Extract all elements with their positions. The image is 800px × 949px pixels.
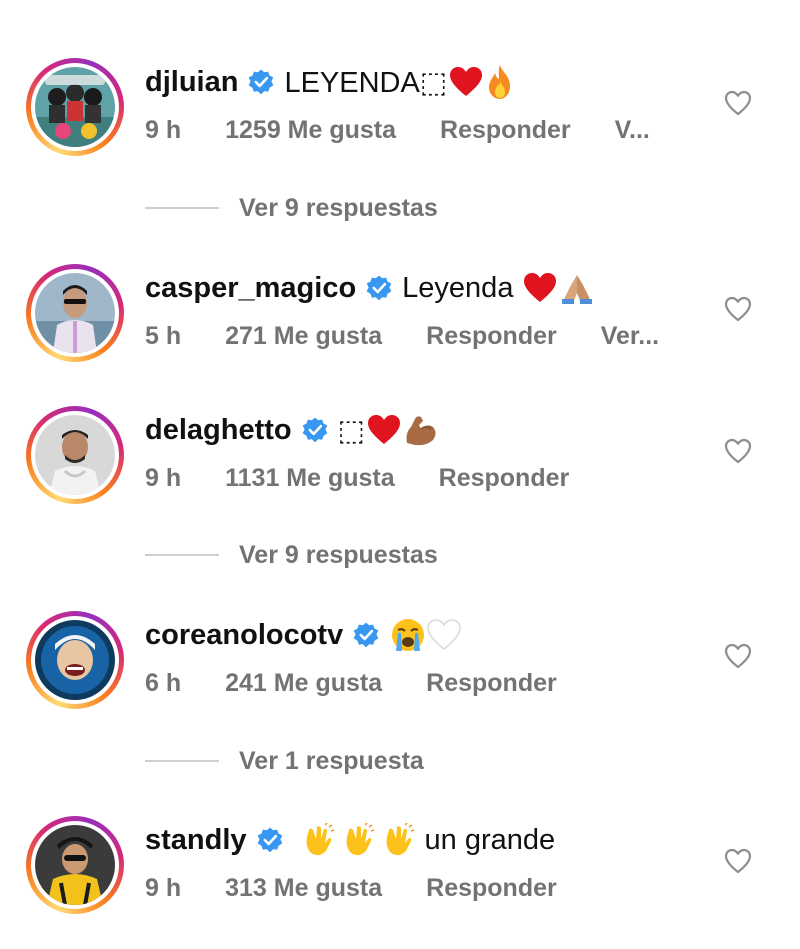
view-replies-link[interactable]: Ver 9 respuestas: [145, 191, 438, 225]
avatar[interactable]: [26, 816, 124, 914]
replies-divider: [145, 760, 219, 762]
fire-icon: [485, 64, 515, 100]
like-count[interactable]: 1259 Me gusta: [225, 116, 396, 145]
like-heart-icon[interactable]: [724, 848, 752, 874]
like-heart-icon[interactable]: [724, 643, 752, 669]
username[interactable]: delaghetto: [145, 414, 292, 447]
comment-time: 9 h: [145, 463, 182, 492]
reply-button[interactable]: Responder: [439, 464, 570, 493]
avatar[interactable]: [26, 611, 124, 709]
clapping-hands-icon: [301, 823, 335, 857]
clapping-hands-icon: [381, 823, 415, 857]
verified-badge-icon: [366, 275, 392, 301]
see-translation-link[interactable]: Ver...: [601, 322, 659, 351]
view-replies-link[interactable]: Ver 9 respuestas: [145, 538, 438, 572]
like-count[interactable]: 241 Me gusta: [225, 669, 382, 698]
comment-time: 9 h: [145, 115, 182, 144]
avatar[interactable]: [26, 406, 124, 504]
view-replies-label[interactable]: Ver 9 respuestas: [239, 194, 438, 223]
view-replies-link[interactable]: Ver 1 respuesta: [145, 744, 424, 778]
avatar[interactable]: [26, 58, 124, 156]
username[interactable]: standly: [145, 824, 247, 857]
reply-button[interactable]: Responder: [440, 116, 571, 145]
view-replies-label[interactable]: Ver 1 respuesta: [239, 747, 424, 776]
comment-time: 9 h: [145, 873, 182, 902]
like-count[interactable]: 1131 Me gusta: [225, 464, 395, 493]
red-heart-icon: [523, 272, 557, 304]
comment-text: LEYENDA⬚: [284, 66, 448, 99]
verified-badge-icon: [353, 622, 379, 648]
like-heart-icon[interactable]: [724, 296, 752, 322]
comment-text: un grande: [424, 823, 556, 856]
like-heart-icon[interactable]: [724, 90, 752, 116]
like-heart-icon[interactable]: [724, 438, 752, 464]
avatar[interactable]: [26, 264, 124, 362]
view-replies-label[interactable]: Ver 9 respuestas: [239, 541, 438, 570]
reply-button[interactable]: Responder: [426, 669, 557, 698]
comment-text: ⬚: [337, 414, 366, 447]
like-count[interactable]: 313 Me gusta: [225, 874, 382, 903]
replies-divider: [145, 207, 219, 209]
username[interactable]: casper_magico: [145, 272, 356, 305]
clapping-hands-icon: [341, 823, 375, 857]
red-heart-icon: [367, 414, 401, 446]
reply-button[interactable]: Responder: [426, 874, 557, 903]
comment-time: 5 h: [145, 321, 182, 350]
verified-badge-icon: [257, 827, 282, 853]
username[interactable]: coreanolocotv: [145, 619, 343, 652]
username[interactable]: djluian: [145, 66, 238, 99]
like-count[interactable]: 271 Me gusta: [225, 322, 382, 351]
comment-text: Leyenda: [402, 271, 514, 304]
see-translation-link[interactable]: V...: [615, 116, 650, 145]
flexed-biceps-icon: [403, 413, 439, 447]
crying-face-icon: [391, 618, 425, 652]
folded-hands-icon: [559, 271, 595, 305]
verified-badge-icon: [302, 417, 327, 443]
reply-button[interactable]: Responder: [426, 322, 557, 351]
replies-divider: [145, 554, 219, 556]
verified-badge-icon: [249, 69, 274, 95]
red-heart-icon: [449, 66, 483, 98]
white-heart-icon: [427, 619, 461, 651]
comment-time: 6 h: [145, 668, 182, 697]
